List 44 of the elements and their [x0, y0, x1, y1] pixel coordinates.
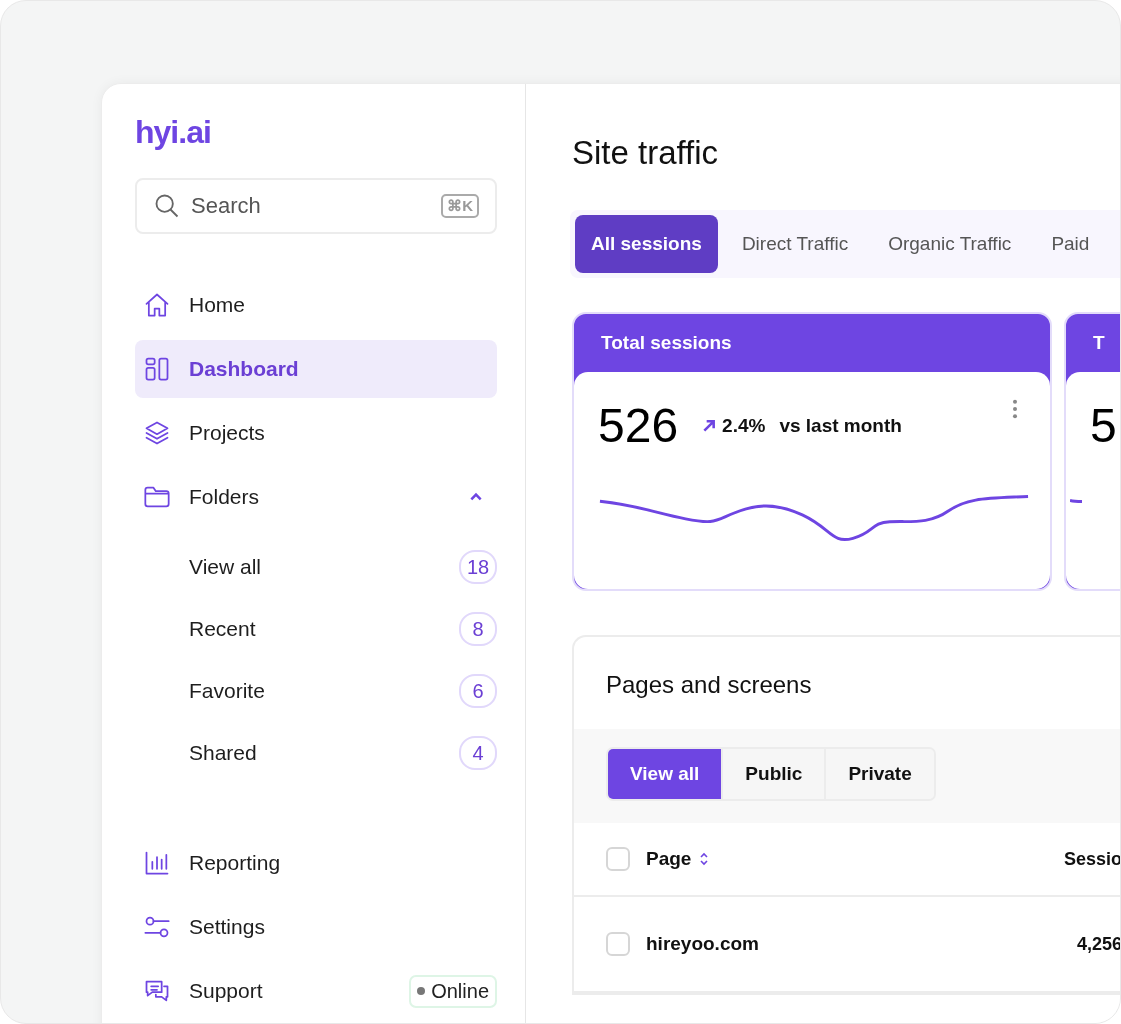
- nav-item[interactable]: Projects: [135, 404, 497, 462]
- tab[interactable]: Direct Traffic: [725, 215, 865, 273]
- folder-link[interactable]: Shared: [189, 737, 257, 769]
- count-badge: 4: [459, 736, 497, 770]
- card-title: Total sessions: [601, 332, 732, 354]
- nav-item[interactable]: Settings: [135, 898, 497, 956]
- folder-link[interactable]: Favorite: [189, 675, 265, 707]
- bar-chart-icon: [143, 849, 171, 877]
- page-title: Site traffic: [572, 134, 720, 172]
- comparison-label: vs last month: [779, 414, 902, 437]
- card-title: T: [1093, 332, 1105, 354]
- checkbox[interactable]: [606, 932, 630, 956]
- nav-item[interactable]: Reporting: [135, 834, 497, 892]
- nav-item[interactable]: Support: [135, 962, 398, 1020]
- column-header[interactable]: Page: [646, 848, 692, 870]
- folder-link[interactable]: View all: [189, 551, 261, 583]
- checkbox[interactable]: [606, 847, 630, 871]
- stat-value: 526: [598, 398, 679, 453]
- dashboard-icon: [143, 355, 171, 383]
- more-icon[interactable]: [1012, 398, 1018, 420]
- stat-value: 5: [1090, 398, 1117, 453]
- search-icon: [153, 192, 181, 220]
- tab[interactable]: All sessions: [575, 215, 718, 273]
- home-icon: [143, 291, 171, 319]
- nav-item[interactable]: Dashboard: [135, 340, 497, 398]
- search-input[interactable]: Search: [189, 192, 434, 220]
- folder-link[interactable]: Recent: [189, 613, 256, 645]
- count-badge: 6: [459, 674, 497, 708]
- nav-item[interactable]: Folders: [135, 468, 457, 526]
- sort-icon[interactable]: [699, 851, 710, 867]
- change-value: 2.4%: [722, 414, 766, 437]
- arrow-up-right-icon: [702, 418, 717, 433]
- tab[interactable]: Paid: [1035, 215, 1106, 273]
- logo: hyi.ai: [135, 116, 211, 148]
- layers-icon: [143, 419, 171, 447]
- count-badge: 18: [459, 550, 497, 584]
- filter-tab[interactable]: View all: [608, 749, 722, 799]
- shortcut-key: ⌘K: [441, 194, 479, 218]
- nav-item[interactable]: Home: [135, 276, 497, 334]
- tab[interactable]: Organic Traffic: [872, 215, 1028, 273]
- section-title: Pages and screens: [605, 670, 813, 700]
- table-cell: hireyoo.com: [646, 933, 759, 955]
- status-badge: Online: [409, 974, 497, 1008]
- count-badge: 8: [459, 612, 497, 646]
